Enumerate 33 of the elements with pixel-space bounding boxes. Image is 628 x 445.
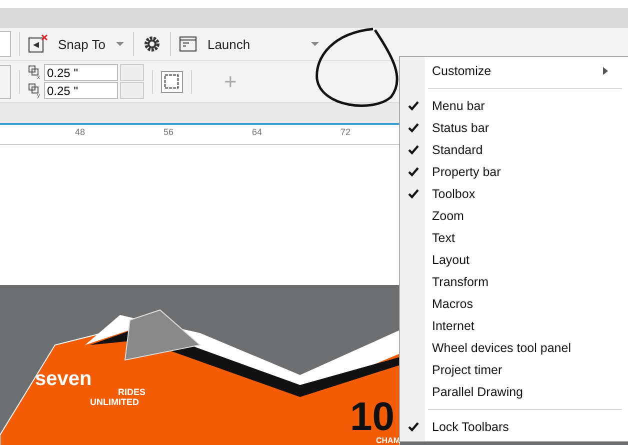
- menu-item[interactable]: Transform: [400, 271, 628, 293]
- offset-field[interactable]: 0.25 ": [44, 82, 118, 99]
- launch-button[interactable]: Launch: [207, 36, 250, 52]
- ruler-number: 64: [252, 127, 262, 137]
- frame-icon[interactable]: [161, 70, 183, 92]
- ruler-number: 72: [340, 127, 351, 137]
- menu-item[interactable]: Lock Toolbars: [400, 416, 628, 438]
- menu-item[interactable]: Menu bar: [400, 95, 628, 117]
- ruler-number: 56: [164, 127, 174, 137]
- menu-item[interactable]: Standard: [400, 139, 628, 161]
- menu-item[interactable]: Project timer: [400, 359, 628, 381]
- window-icon[interactable]: [179, 36, 198, 52]
- menu-item[interactable]: Text: [400, 227, 628, 249]
- menu-item[interactable]: Macros: [400, 293, 628, 315]
- menu-item[interactable]: Layout: [400, 249, 628, 271]
- menu-item[interactable]: Zoom: [400, 205, 628, 227]
- menu-item[interactable]: Status bar: [400, 117, 628, 139]
- input-field[interactable]: [0, 31, 11, 57]
- snap-icon[interactable]: [28, 34, 48, 54]
- menu-item[interactable]: Wheel devices tool panel: [400, 337, 628, 359]
- snap-to-button[interactable]: Snap To: [58, 36, 106, 52]
- caret-icon[interactable]: [115, 41, 126, 47]
- submenu-arrow-icon: [603, 67, 608, 75]
- menu-item[interactable]: Toolbox: [400, 183, 628, 205]
- menu-item[interactable]: Internet: [400, 315, 628, 337]
- menu-item[interactable]: Customize: [400, 60, 628, 82]
- menu-item[interactable]: Parallel Drawing: [400, 381, 628, 403]
- input-field[interactable]: [0, 64, 11, 98]
- caret-icon[interactable]: [310, 41, 320, 47]
- ruler-number: 48: [75, 127, 86, 137]
- menu-item[interactable]: Property bar: [400, 161, 628, 183]
- offset-field[interactable]: 0.25 ": [44, 64, 118, 81]
- settings-icon[interactable]: [142, 34, 162, 54]
